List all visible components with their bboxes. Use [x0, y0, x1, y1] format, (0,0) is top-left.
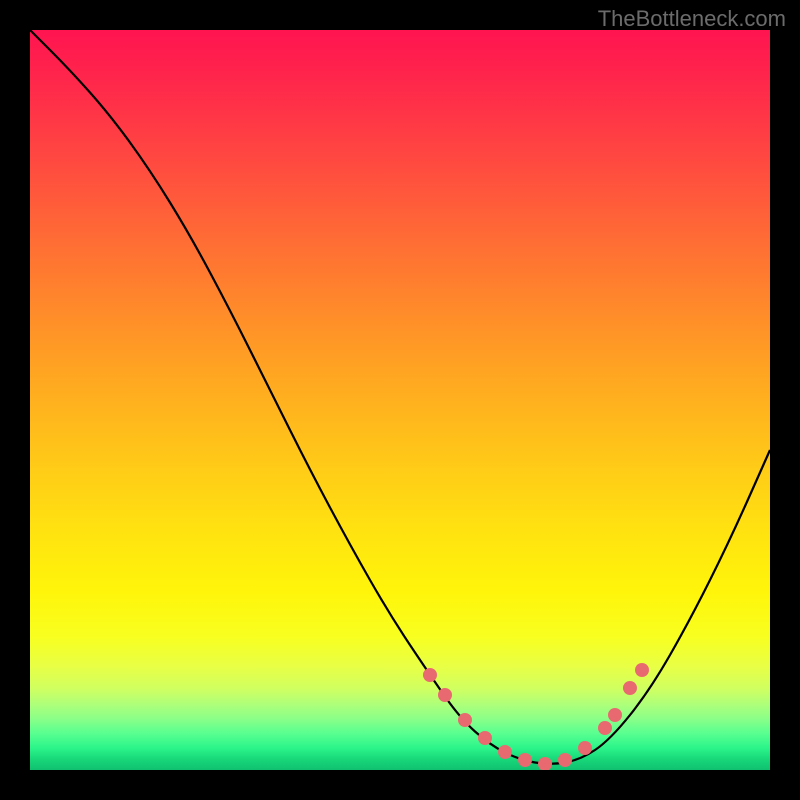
marker-point: [598, 721, 612, 735]
chart-plot-area: [30, 30, 770, 770]
marker-point: [518, 753, 532, 767]
chart-svg: [30, 30, 770, 770]
marker-point: [423, 668, 437, 682]
marker-point: [578, 741, 592, 755]
marker-point: [635, 663, 649, 677]
marker-point: [458, 713, 472, 727]
marker-point: [608, 708, 622, 722]
marker-point: [538, 757, 552, 770]
marker-point: [478, 731, 492, 745]
marker-point: [558, 753, 572, 767]
marker-point: [438, 688, 452, 702]
highlight-markers: [423, 663, 649, 770]
marker-point: [623, 681, 637, 695]
bottleneck-curve: [30, 30, 770, 764]
marker-point: [498, 745, 512, 759]
watermark-text: TheBottleneck.com: [598, 6, 786, 32]
